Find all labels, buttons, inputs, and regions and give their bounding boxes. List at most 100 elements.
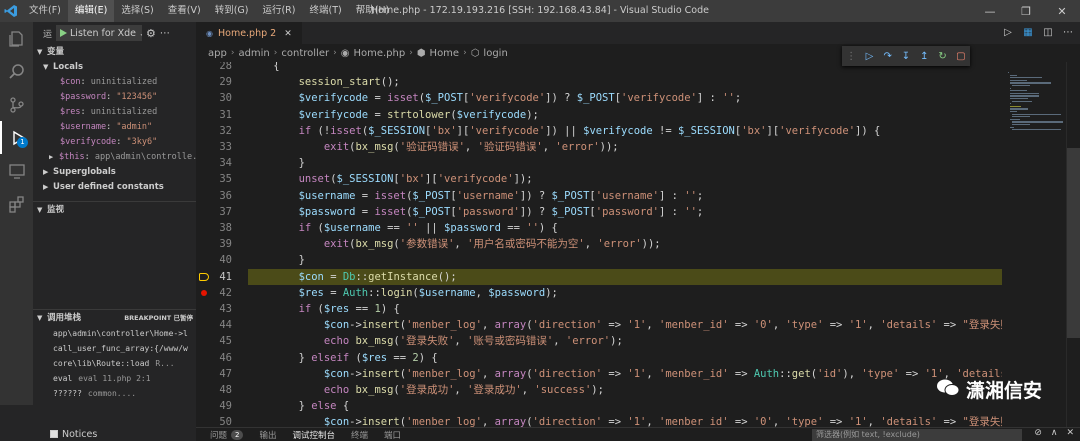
scrollbar-thumb[interactable] (1067, 148, 1080, 338)
code-line[interactable]: 36 $username = isset($_POST['username'])… (196, 188, 1002, 204)
more-icon[interactable]: ⋯ (160, 28, 170, 39)
variable-row[interactable]: $username: "admin" (33, 120, 196, 135)
panel-close-icon[interactable]: ✕ (1066, 428, 1074, 438)
variable-row[interactable]: $password: "123456" (33, 90, 196, 105)
user-constants-scope[interactable]: ▶ User defined constants (33, 180, 196, 195)
line-code: if ($username == '' || $password == '') … (298, 222, 558, 234)
panel-tab[interactable]: 输出 (251, 429, 284, 441)
notices-checkbox[interactable] (50, 430, 58, 438)
code-line[interactable]: 33 exit(bx_msg('验证码错误', '验证码错误', 'error'… (196, 139, 1002, 155)
code-line[interactable]: 32 if (!isset($_SESSION['bx']['verifycod… (196, 123, 1002, 139)
callstack-frame[interactable]: app\admin\controller\Home->l (33, 326, 196, 341)
source-control-icon[interactable] (0, 88, 33, 121)
callstack-frame[interactable]: core\lib\Route::load R... (33, 356, 196, 371)
launch-config-select[interactable]: Listen for Xde ⌄ (56, 25, 143, 41)
step-into-icon[interactable]: ↧ (899, 49, 913, 63)
menu-item[interactable]: 运行(R) (255, 0, 302, 22)
breadcrumb-item[interactable]: login (483, 48, 507, 59)
code-line[interactable]: 44 $con->insert('menber_log', array('dir… (196, 317, 1002, 333)
explorer-icon[interactable] (0, 22, 33, 55)
panel-tab-label: 端口 (384, 430, 402, 441)
line-code: if (!isset($_SESSION['bx']['verifycode']… (298, 124, 881, 137)
split-editor-icon[interactable]: ◫ (1042, 26, 1054, 38)
clear-console-icon[interactable]: ⊘ (1034, 428, 1042, 438)
panel-tab[interactable]: 终端 (343, 429, 376, 441)
stop-icon[interactable]: ▢ (954, 49, 968, 63)
code-line[interactable]: 41 $con = Db::getInstance(); (199, 268, 1002, 285)
tab-close-icon[interactable]: ✕ (284, 29, 292, 39)
console-filter-input[interactable]: 筛选器(例如 text, !exclude) (812, 429, 1022, 441)
minimize-icon[interactable]: — (972, 0, 1008, 22)
more-actions-icon[interactable]: ⋯ (1062, 26, 1074, 38)
drag-handle-icon[interactable]: ⋮ (844, 49, 858, 63)
code-line[interactable]: 35 unset($_SESSION['bx']['verifycode']); (196, 171, 1002, 187)
minimap-line (1010, 118, 1020, 121)
panel-tab[interactable]: 问题 2 (202, 429, 251, 441)
menu-item[interactable]: 文件(F) (22, 0, 68, 22)
extensions-icon[interactable] (0, 187, 33, 220)
panel-menu-icon[interactable]: ∧ (1051, 428, 1058, 438)
superglobals-scope[interactable]: ▶ Superglobals (33, 165, 196, 180)
chevron-right-icon: › (463, 48, 467, 58)
code-line[interactable]: 31 $verifycode = strtolower($verifycode)… (196, 107, 1002, 123)
code-editor[interactable]: 28 {29 session_start(); 30 $verifycode = … (196, 62, 1002, 427)
gear-icon[interactable]: ⚙ (146, 27, 156, 40)
callstack-frame[interactable]: call_user_func_array:{/www/w (33, 341, 196, 356)
restore-icon[interactable]: ❐ (1008, 0, 1044, 22)
step-over-icon[interactable]: ↷ (881, 49, 895, 63)
code-line[interactable]: 30 $verifycode = isset($_POST['verifycod… (196, 90, 1002, 106)
panel-tab[interactable]: 调试控制台 (285, 429, 344, 441)
code-line[interactable]: 40 } (196, 252, 1002, 268)
search-icon[interactable] (0, 55, 33, 88)
run-file-icon[interactable]: ▷ (1002, 26, 1014, 38)
continue-icon[interactable]: ▷ (862, 49, 876, 63)
panel-tab[interactable]: 端口 (376, 429, 409, 441)
code-line[interactable]: 29 session_start(); (196, 74, 1002, 90)
start-debug-icon[interactable] (60, 29, 68, 37)
menu-item[interactable]: 编辑(E) (67, 0, 115, 22)
code-line[interactable]: 48 echo bx_msg('登录成功', '登录成功', 'success'… (196, 382, 1002, 398)
code-line[interactable]: 50 $con->insert('menber_log', array('dir… (196, 414, 1002, 427)
minimap-line (1010, 92, 1039, 95)
run-debug-icon[interactable]: 1 (0, 121, 33, 154)
breadcrumb-item[interactable]: controller (281, 48, 329, 59)
window-title: Home.php - 172.19.193.216 [SSH: 192.168.… (371, 5, 709, 16)
breadcrumb-item[interactable]: admin (238, 48, 269, 59)
code-line[interactable]: 34 } (196, 155, 1002, 171)
code-line[interactable]: 38 if ($username == '' || $password == '… (196, 220, 1002, 236)
open-changes-icon[interactable]: ▦ (1022, 26, 1034, 38)
menu-item[interactable]: 查看(V) (161, 0, 208, 22)
code-line[interactable]: 39 exit(bx_msg('参数错误', '用户名或密码不能为空', 'er… (196, 236, 1002, 252)
remote-explorer-icon[interactable] (0, 154, 33, 187)
restart-icon[interactable]: ↻ (936, 49, 950, 63)
variable-name: $res (60, 107, 81, 117)
breakpoint-icon[interactable] (201, 289, 207, 296)
line-number: 47 (219, 367, 232, 380)
code-line[interactable]: 45 echo bx_msg('登录失败', '账号或密码错误', 'error… (196, 333, 1002, 349)
breakpoint-notices[interactable]: Notices (50, 427, 97, 441)
variable-row[interactable]: ▶ $this: app\admin\controlle... (33, 150, 196, 165)
code-line[interactable]: 47 $con->insert('menber_log', array('dir… (196, 366, 1002, 382)
locals-scope[interactable]: ▼ Locals (33, 60, 196, 75)
breadcrumb-item[interactable]: app (208, 48, 227, 59)
variable-row[interactable]: $con: uninitialized (33, 75, 196, 90)
menu-item[interactable]: 转到(G) (208, 0, 256, 22)
callstack-frame[interactable]: ?????? common.... (33, 386, 196, 401)
code-line[interactable]: 42 $res = Auth::login($username, $passwo… (196, 285, 1002, 301)
code-line[interactable]: 43 if ($res == 1) { (196, 301, 1002, 317)
variables-section-header[interactable]: ▼ 变量 (33, 44, 196, 60)
menu-item[interactable]: 选择(S) (114, 0, 160, 22)
variable-row[interactable]: $verifycode: "3ky6" (33, 135, 196, 150)
variable-row[interactable]: $res: uninitialized (33, 105, 196, 120)
watch-section-header[interactable]: ▼ 监视 (33, 202, 196, 218)
tab-home-php[interactable]: ◉ Home.php 2 ✕ (196, 22, 302, 44)
step-out-icon[interactable]: ↥ (917, 49, 931, 63)
close-icon[interactable]: ✕ (1044, 0, 1080, 22)
breadcrumb-item[interactable]: Home.php (353, 48, 405, 59)
code-line[interactable]: 49 } else { (196, 398, 1002, 414)
callstack-frame[interactable]: eval eval 11.php 2:1 (33, 371, 196, 386)
code-line[interactable]: 46 } elseif ($res == 2) { (196, 350, 1002, 366)
code-line[interactable]: 37 $password = isset($_POST['password'])… (196, 204, 1002, 220)
breadcrumb-item[interactable]: Home (430, 48, 460, 59)
callstack-section-header[interactable]: ▼ 调用堆栈 BREAKPOINT 已暂停 (33, 310, 196, 326)
